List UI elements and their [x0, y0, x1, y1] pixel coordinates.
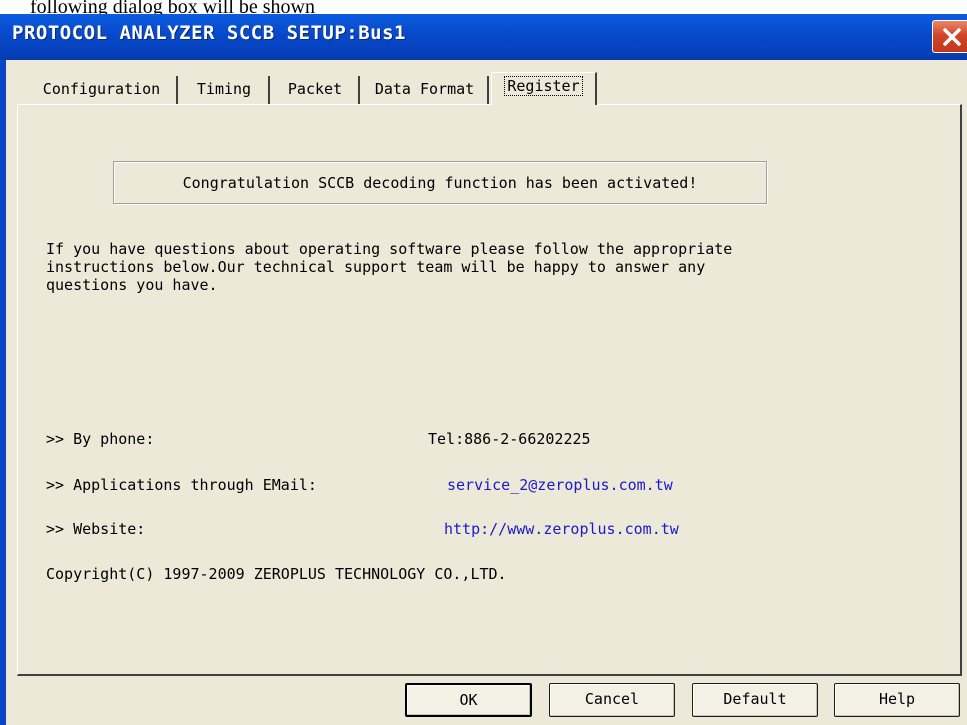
tab-configuration[interactable]: Configuration: [27, 76, 178, 104]
ok-button[interactable]: OK: [405, 683, 532, 717]
tab-timing[interactable]: Timing: [180, 76, 270, 104]
page-caption: following dialog box will be shown: [0, 0, 967, 14]
phone-label: >> By phone:: [46, 430, 155, 448]
website-link[interactable]: http://www.zeroplus.com.tw: [444, 520, 679, 538]
close-icon: [943, 28, 961, 46]
support-description: If you have questions about operating so…: [46, 240, 906, 294]
tab-data-format[interactable]: Data Format: [362, 76, 489, 104]
close-button[interactable]: [932, 20, 967, 53]
title-bar[interactable]: PROTOCOL ANALYZER SCCB SETUP:Bus1: [0, 14, 967, 60]
description-line: If you have questions about operating so…: [46, 240, 733, 258]
cancel-button[interactable]: Cancel: [549, 683, 675, 717]
default-button[interactable]: Default: [692, 683, 818, 717]
window-title: PROTOCOL ANALYZER SCCB SETUP:Bus1: [12, 22, 406, 44]
description-line: instructions below.Our technical support…: [46, 258, 706, 276]
email-link[interactable]: service_2@zeroplus.com.tw: [447, 476, 673, 494]
activation-notice: Congratulation SCCB decoding function ha…: [113, 161, 767, 204]
setup-dialog: PROTOCOL ANALYZER SCCB SETUP:Bus1 Config…: [0, 14, 967, 725]
tab-register[interactable]: Register: [491, 72, 597, 105]
help-button[interactable]: Help: [834, 683, 960, 717]
copyright-text: Copyright(C) 1997-2009 ZEROPLUS TECHNOLO…: [46, 565, 507, 583]
description-line: questions you have.: [46, 276, 218, 294]
phone-value: Tel:886-2-66202225: [428, 430, 591, 448]
tab-packet[interactable]: Packet: [272, 76, 360, 104]
window-frame-left: [0, 60, 6, 725]
email-label: >> Applications through EMail:: [46, 476, 317, 494]
website-label: >> Website:: [46, 520, 146, 538]
